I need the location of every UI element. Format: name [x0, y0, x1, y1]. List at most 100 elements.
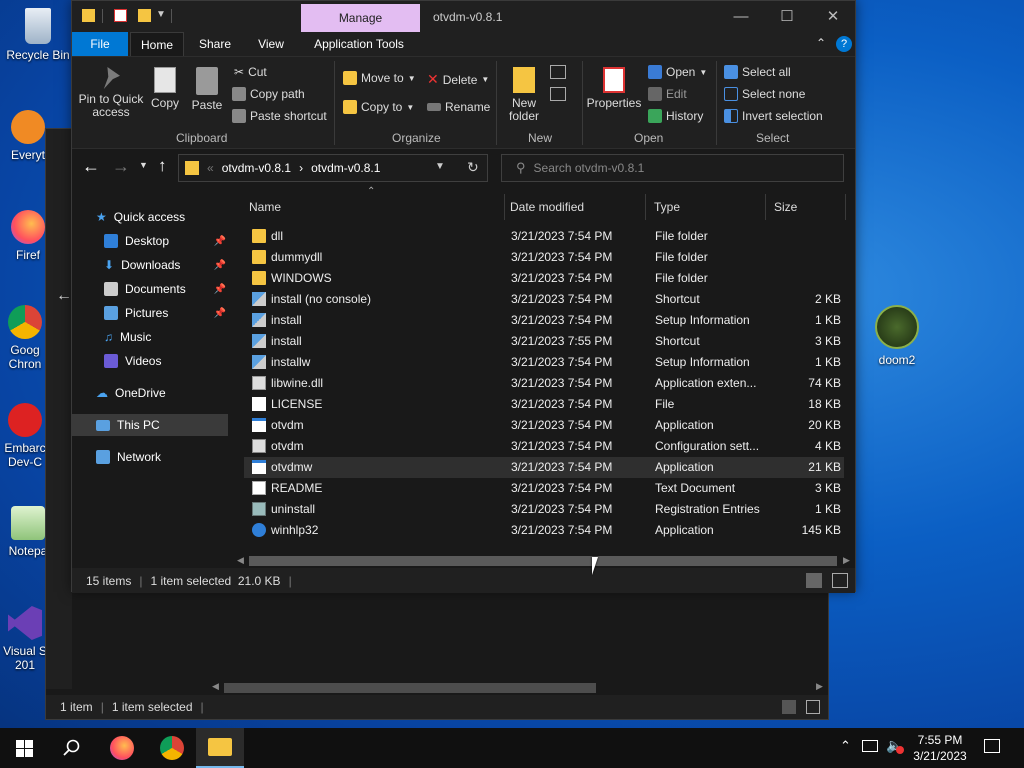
file-row[interactable]: libwine.dll 3/21/2023 7:54 PM Application …	[244, 373, 844, 394]
search-button[interactable]	[48, 728, 96, 768]
taskbar-file-explorer[interactable]	[196, 728, 244, 768]
desktop-icon-google-chrome[interactable]: Goog Chron	[0, 305, 50, 371]
horizontal-scrollbar[interactable]: ◀ ▶	[231, 554, 855, 568]
minimize-button[interactable]: —	[718, 1, 764, 32]
title-bar[interactable]: ▼ Manage otvdm-v0.8.1 — ☐ ✕	[72, 1, 855, 32]
properties-quick-icon[interactable]	[114, 9, 127, 22]
file-row[interactable]: installw 3/21/2023 7:54 PM Setup Informati…	[244, 352, 844, 373]
up-button[interactable]: ↑	[158, 156, 167, 176]
tab-share[interactable]: Share	[190, 32, 240, 56]
nav-quick-access[interactable]: ★ Quick access	[96, 206, 185, 228]
details-view-button[interactable]	[782, 700, 796, 714]
start-button[interactable]	[0, 728, 48, 768]
column-header-type[interactable]: Type	[646, 194, 766, 220]
file-row[interactable]: otvdmw 3/21/2023 7:54 PM Application 21 KB	[244, 457, 844, 478]
cut-button[interactable]: ✂ Cut	[234, 65, 267, 79]
file-row[interactable]: README 3/21/2023 7:54 PM Text Document 3 KB	[244, 478, 844, 499]
scroll-right-arrow[interactable]: ▶	[843, 555, 850, 566]
new-item-icon[interactable]	[550, 65, 566, 79]
close-button[interactable]: ✕	[810, 1, 856, 32]
pin-quick-access-button[interactable]: Pin to Quick access	[78, 67, 144, 119]
breadcrumb-item[interactable]: otvdm-v0.8.1	[222, 161, 291, 175]
move-to-button[interactable]: Move to ▼	[343, 71, 416, 85]
desktop-icon-recycle-bin[interactable]: Recycle Bin	[6, 8, 70, 62]
copy-path-button[interactable]: Copy path	[232, 87, 305, 101]
copy-button[interactable]: Copy	[148, 67, 182, 110]
scroll-thumb[interactable]	[224, 683, 596, 693]
nav-music[interactable]: ♫ Music	[104, 326, 151, 348]
back-button[interactable]: ←	[82, 156, 100, 177]
back-arrow-icon[interactable]: ←	[56, 287, 72, 305]
tab-manage[interactable]: Manage	[301, 4, 420, 32]
scroll-right-arrow[interactable]: ▶	[816, 681, 823, 692]
select-all-button[interactable]: Select all	[724, 65, 791, 79]
select-none-button[interactable]: Select none	[724, 87, 805, 101]
taskbar-firefox[interactable]	[98, 728, 146, 768]
file-row[interactable]: dummydll 3/21/2023 7:54 PM File folder	[244, 247, 844, 268]
file-row[interactable]: LICENSE 3/21/2023 7:54 PM File 18 KB	[244, 394, 844, 415]
column-header-name[interactable]: Name	[241, 194, 505, 220]
rename-button[interactable]: Rename	[427, 100, 490, 114]
large-icons-view-button[interactable]	[806, 700, 820, 714]
refresh-icon[interactable]: ↻	[467, 159, 479, 176]
maximize-button[interactable]: ☐	[764, 1, 810, 32]
breadcrumb-item[interactable]: otvdm-v0.8.1	[311, 161, 380, 175]
history-button[interactable]: History	[648, 109, 703, 123]
invert-selection-button[interactable]: Invert selection	[724, 109, 823, 123]
nav-network[interactable]: Network	[96, 446, 161, 468]
file-row[interactable]: WINDOWS 3/21/2023 7:54 PM File folder	[244, 268, 844, 289]
nav-desktop[interactable]: Desktop 📌	[104, 230, 226, 252]
nav-downloads[interactable]: ⬇ Downloads 📌	[104, 254, 226, 276]
tab-file[interactable]: File	[72, 32, 128, 56]
properties-button[interactable]: Properties	[586, 67, 642, 110]
tab-view[interactable]: View	[248, 32, 294, 56]
paste-button[interactable]: Paste	[188, 67, 226, 112]
desktop-icon-doom2[interactable]: doom2	[865, 305, 929, 367]
nav-this-pc[interactable]: This PC	[72, 414, 228, 436]
collapse-ribbon-icon[interactable]: ⌃	[816, 36, 826, 50]
file-row[interactable]: dll 3/21/2023 7:54 PM File folder	[244, 226, 844, 247]
details-view-button[interactable]	[806, 573, 822, 588]
scroll-left-arrow[interactable]: ◀	[212, 681, 219, 692]
clock[interactable]: 7:55 PM 3/21/2023	[905, 732, 975, 764]
file-row[interactable]: otvdm 3/21/2023 7:54 PM Configuration sett…	[244, 436, 844, 457]
column-header-size[interactable]: Size	[766, 194, 846, 220]
file-row[interactable]: uninstall 3/21/2023 7:54 PM Registration E…	[244, 499, 844, 520]
large-icons-view-button[interactable]	[832, 573, 848, 588]
horizontal-scrollbar[interactable]: ◀ ▶	[206, 681, 828, 695]
file-row[interactable]: install 3/21/2023 7:55 PM Shortcut 3 KB	[244, 331, 844, 352]
nav-onedrive[interactable]: ☁ OneDrive	[96, 382, 166, 404]
new-folder-button[interactable]: New folder	[504, 67, 544, 123]
file-row[interactable]: winhlp32 3/21/2023 7:54 PM Application 145 …	[244, 520, 844, 541]
new-folder-quick-icon[interactable]	[138, 9, 151, 22]
paste-shortcut-button[interactable]: Paste shortcut	[232, 109, 327, 123]
edit-button[interactable]: Edit	[648, 87, 687, 101]
nav-pictures[interactable]: Pictures 📌	[104, 302, 226, 324]
column-header-date[interactable]: Date modified	[502, 194, 646, 220]
notifications-icon[interactable]	[984, 739, 1000, 753]
explorer-window[interactable]: ▼ Manage otvdm-v0.8.1 — ☐ ✕ File Home Sh…	[71, 0, 856, 593]
recent-locations-icon[interactable]: ▼	[139, 160, 148, 170]
network-tray-icon[interactable]	[862, 740, 878, 752]
tab-home[interactable]: Home	[130, 32, 184, 56]
easy-access-icon[interactable]	[550, 87, 566, 101]
search-box[interactable]: ⚲ Search otvdm-v0.8.1	[501, 154, 844, 182]
forward-button[interactable]: →	[112, 156, 130, 177]
copy-to-button[interactable]: Copy to ▼	[343, 100, 414, 114]
file-row[interactable]: install (no console) 3/21/2023 7:54 PM Sho…	[244, 289, 844, 310]
customize-quick-access-icon[interactable]: ▼	[156, 9, 166, 20]
show-hidden-icons[interactable]: ⌃	[840, 738, 851, 754]
delete-button[interactable]: ✕ Delete ▼	[427, 71, 489, 88]
desktop-icon-embarcadero[interactable]: Embarc Dev-C	[0, 403, 50, 469]
help-icon[interactable]: ?	[836, 36, 852, 52]
open-button[interactable]: Open ▼	[648, 65, 707, 79]
file-row[interactable]: otvdm 3/21/2023 7:54 PM Application 20 KB	[244, 415, 844, 436]
tab-application-tools[interactable]: Application Tools	[304, 32, 414, 56]
scroll-left-arrow[interactable]: ◀	[237, 555, 244, 566]
desktop-icon-visual-studio[interactable]: Visual S 201	[0, 606, 50, 672]
address-bar[interactable]: « otvdm-v0.8.1 › otvdm-v0.8.1 ▼ ↻	[178, 154, 488, 182]
scroll-thumb[interactable]	[249, 556, 837, 566]
nav-documents[interactable]: Documents 📌	[104, 278, 226, 300]
taskbar-chrome[interactable]	[148, 728, 196, 768]
nav-videos[interactable]: Videos	[104, 350, 161, 372]
